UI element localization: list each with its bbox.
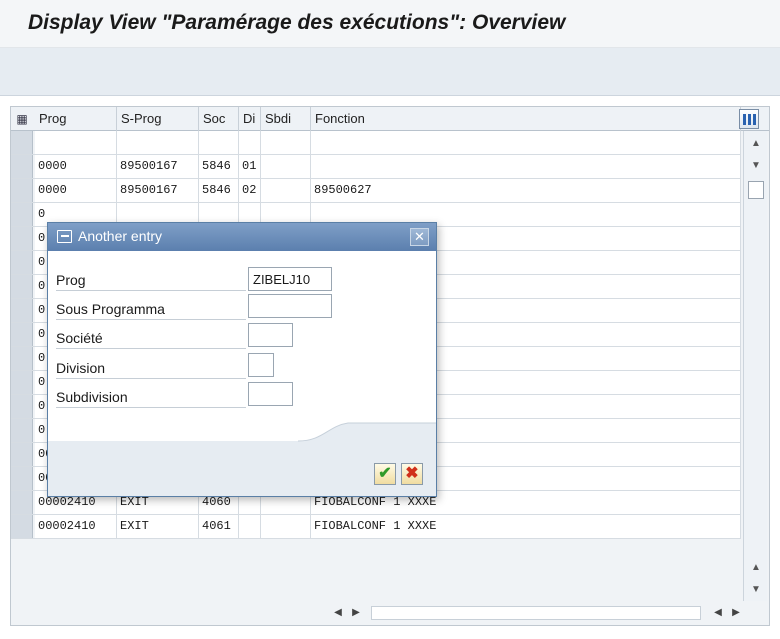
another-entry-dialog: Another entry ✕ Prog Sous Programma Soci… xyxy=(47,222,437,497)
cell-sbdi xyxy=(261,155,311,178)
scroll-up-icon[interactable]: ▲ xyxy=(748,137,764,151)
dialog-footer: ✔ ✖ xyxy=(48,451,436,496)
cell-prog: 00002410 xyxy=(35,515,117,538)
row-selector[interactable] xyxy=(11,155,33,178)
close-icon[interactable]: ✕ xyxy=(410,228,429,246)
cell-sbdi xyxy=(261,515,311,538)
cell-sbdi xyxy=(261,179,311,202)
scroll-left-end-icon[interactable]: ◀ xyxy=(711,604,725,622)
cell-s-prog xyxy=(117,131,199,154)
row-selector[interactable] xyxy=(11,275,33,298)
table-row[interactable]: 0000 89500167 5846 02 89500627 xyxy=(11,179,741,203)
cell-soc: 5846 xyxy=(199,155,239,178)
cell-fonction: 89500627 xyxy=(311,179,741,202)
table-settings-icon[interactable] xyxy=(739,109,759,129)
scroll-down-bottom-icon[interactable]: ▼ xyxy=(748,583,764,597)
dialog-title-bar[interactable]: Another entry ✕ xyxy=(48,223,436,251)
cell-prog: 0000 xyxy=(35,179,117,202)
cell-di xyxy=(239,515,261,538)
scroll-right-icon[interactable]: ▶ xyxy=(349,604,363,622)
row-selector[interactable] xyxy=(11,491,33,514)
scroll-left-icon[interactable]: ◀ xyxy=(331,604,345,622)
table-row[interactable]: 0000 89500167 5846 01 xyxy=(11,155,741,179)
cell-prog xyxy=(35,131,117,154)
row-selector[interactable] xyxy=(11,371,33,394)
cell-prog: 0000 xyxy=(35,155,117,178)
cell-fonction xyxy=(311,155,741,178)
scroll-thumb[interactable] xyxy=(748,181,764,199)
column-header-prog[interactable]: Prog xyxy=(35,107,117,131)
column-header-sbdi[interactable]: Sbdi xyxy=(261,107,311,131)
cell-s-prog: EXIT xyxy=(117,515,199,538)
cell-di: 02 xyxy=(239,179,261,202)
row-selector[interactable] xyxy=(11,467,33,490)
scroll-down-icon[interactable]: ▼ xyxy=(748,159,764,173)
cell-fonction xyxy=(311,131,741,154)
row-selector[interactable] xyxy=(11,515,33,538)
row-selector[interactable] xyxy=(11,323,33,346)
cell-s-prog: 89500167 xyxy=(117,179,199,202)
page-title: Display View "Paramérage des exécutions"… xyxy=(28,11,566,34)
scroll-right-end-icon[interactable]: ▶ xyxy=(729,604,743,622)
row-selector[interactable] xyxy=(11,131,33,154)
select-all-icon[interactable]: ▦ xyxy=(13,111,31,127)
row-selector[interactable] xyxy=(11,251,33,274)
table-header: ▦ Prog S-Prog Soc Di Sbdi Fonction xyxy=(11,107,769,131)
scroll-up-bottom-icon[interactable]: ▲ xyxy=(748,561,764,575)
entry-icon xyxy=(57,230,72,243)
horizontal-scroll-track[interactable] xyxy=(371,606,701,620)
row-selector[interactable] xyxy=(11,299,33,322)
column-header-soc[interactable]: Soc xyxy=(199,107,239,131)
cell-sbdi xyxy=(261,131,311,154)
horizontal-scrollbar[interactable]: ◀ ▶ ◀ ▶ xyxy=(311,604,766,622)
cell-soc xyxy=(199,131,239,154)
row-selector[interactable] xyxy=(11,227,33,250)
dialog-title: Another entry xyxy=(78,228,163,244)
row-selector[interactable] xyxy=(11,443,33,466)
row-selector[interactable] xyxy=(11,419,33,442)
column-header-fonction[interactable]: Fonction xyxy=(311,107,741,131)
row-selector[interactable] xyxy=(11,203,33,226)
column-header-di[interactable]: Di xyxy=(239,107,261,131)
cell-di xyxy=(239,131,261,154)
table-row[interactable]: 00002410 EXIT 4061 FIOBALCONF 1 XXXE xyxy=(11,515,741,539)
cancel-x-icon[interactable]: ✖ xyxy=(401,463,423,485)
cell-s-prog: 89500167 xyxy=(117,155,199,178)
cell-fonction: FIOBALCONF 1 XXXE xyxy=(311,515,741,538)
check-icon[interactable]: ✔ xyxy=(374,463,396,485)
cell-di: 01 xyxy=(239,155,261,178)
row-selector[interactable] xyxy=(11,179,33,202)
dialog-body: Prog Sous Programma Société Division Sub… xyxy=(48,251,436,451)
row-selector[interactable] xyxy=(11,395,33,418)
cell-soc: 5846 xyxy=(199,179,239,202)
row-selector[interactable] xyxy=(11,347,33,370)
title-bar: Display View "Paramérage des exécutions"… xyxy=(0,0,780,48)
toolbar xyxy=(0,48,780,96)
column-header-s-prog[interactable]: S-Prog xyxy=(117,107,199,131)
vertical-scrollbar[interactable]: ▲ ▼ ▲ ▼ xyxy=(743,131,767,601)
cell-soc: 4061 xyxy=(199,515,239,538)
table-row[interactable] xyxy=(11,131,741,155)
dialog-decorative-curve xyxy=(48,422,436,451)
